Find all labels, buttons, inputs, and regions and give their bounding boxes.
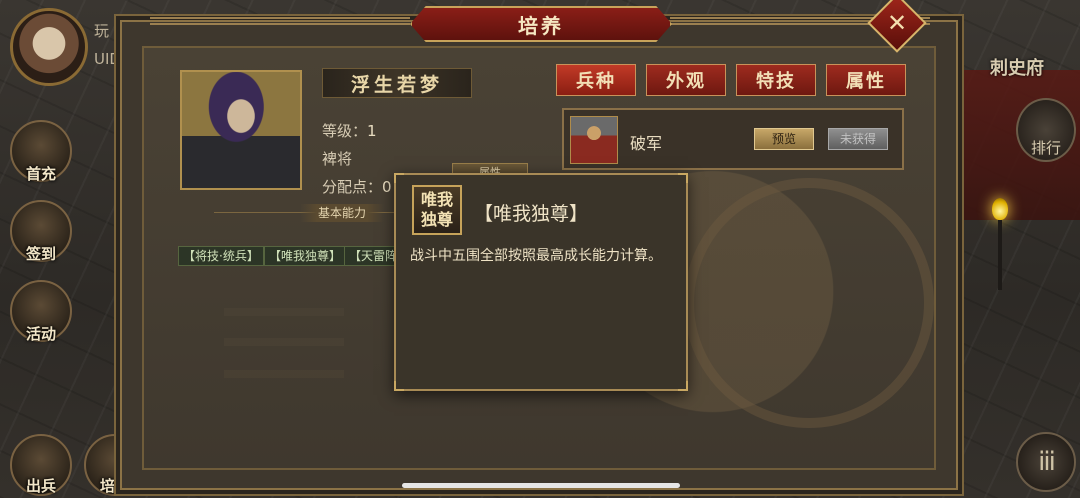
- hero-level-label: 等级：: [322, 122, 368, 140]
- tab-attributes[interactable]: 属性: [826, 64, 906, 96]
- skill-tooltip: 唯我独尊 【唯我独尊】 战斗中五围全部按照最高成长能力计算。: [394, 173, 688, 391]
- hero-level: 等级：1: [322, 120, 377, 141]
- hero-name-plate: 浮生若梦: [322, 68, 472, 98]
- tooltip-description: 战斗中五围全部按照最高成长能力计算。: [410, 248, 662, 264]
- pagoda-decoration: [224, 298, 344, 448]
- tab-special-skill-label: 特技: [756, 71, 796, 92]
- tooltip-corner: [394, 381, 404, 391]
- hero-level-value: 1: [367, 122, 377, 140]
- tab-appearance-label: 外观: [666, 71, 706, 92]
- player-name: 玩: [94, 22, 110, 40]
- tooltip-corner: [678, 173, 688, 183]
- hero-points-label: 分配点：: [322, 178, 383, 196]
- close-icon: ✕: [886, 8, 908, 37]
- skill-tag[interactable]: 【将技·统兵】: [178, 246, 264, 266]
- tooltip-title: 【唯我独尊】: [474, 203, 589, 225]
- dragon-emblem: [684, 178, 934, 428]
- tooltip-corner: [394, 173, 404, 183]
- first-recharge-button[interactable]: 首充: [10, 120, 72, 183]
- events-button[interactable]: 活动: [10, 280, 72, 343]
- tab-attributes-label: 属性: [846, 71, 886, 92]
- hero-points-value: 0: [382, 178, 392, 196]
- tab-special-skill[interactable]: 特技: [736, 64, 816, 96]
- dispatch-label: 出兵: [25, 477, 56, 495]
- not-obtained-button: 未获得: [828, 128, 888, 150]
- tab-troop-type[interactable]: 兵种: [556, 64, 636, 96]
- troop-icon: [570, 116, 618, 164]
- skill-icon: 唯我独尊: [412, 185, 462, 235]
- basic-ability-title: 基本能力: [300, 204, 384, 222]
- hero-rank: 裨将: [322, 150, 353, 168]
- dispatch-button[interactable]: 出兵: [10, 434, 72, 496]
- preview-button[interactable]: 预览: [754, 128, 814, 150]
- first-recharge-label: 首充: [25, 165, 56, 183]
- tab-troop-type-label: 兵种: [576, 71, 616, 92]
- office-label[interactable]: 刺史府: [990, 54, 1044, 80]
- events-label: 活动: [25, 325, 56, 343]
- title-flourish-left: [150, 17, 410, 25]
- hero-name: 浮生若梦: [350, 73, 443, 96]
- rank-button[interactable]: 排行: [1016, 98, 1076, 162]
- sign-in-label: 签到: [25, 245, 56, 263]
- tooltip-corner: [678, 381, 688, 391]
- skill-tag[interactable]: 【唯我独尊】: [264, 246, 347, 266]
- rank-label: 排行: [1030, 139, 1061, 157]
- lamp-post: [990, 198, 1010, 294]
- hero-points: 分配点：0: [322, 176, 392, 197]
- dialog-title: 培养: [518, 13, 564, 38]
- tab-appearance[interactable]: 外观: [646, 64, 726, 96]
- hero-portrait: [180, 70, 302, 190]
- troop-row: 破军 预览 未获得: [562, 108, 904, 170]
- menu-button[interactable]: iii: [1016, 432, 1076, 492]
- home-indicator[interactable]: [402, 483, 680, 488]
- player-avatar[interactable]: [10, 8, 88, 86]
- dialog-title-banner: 培养: [410, 6, 672, 42]
- troop-name: 破军: [630, 134, 663, 153]
- sign-in-button[interactable]: 签到: [10, 200, 72, 263]
